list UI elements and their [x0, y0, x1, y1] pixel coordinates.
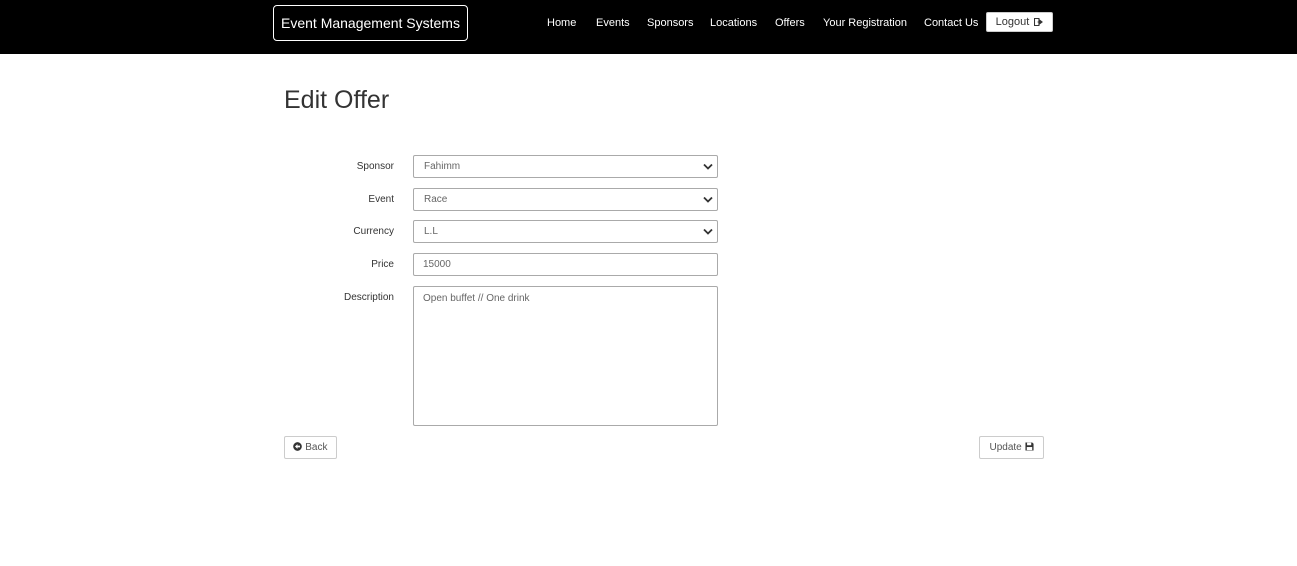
logout-button[interactable]: Logout — [986, 12, 1053, 32]
sponsor-select[interactable]: Fahimm — [413, 155, 718, 178]
navbar: Event Management Systems Home Events Spo… — [0, 0, 1297, 54]
nav-link-events[interactable]: Events — [596, 16, 630, 30]
update-button[interactable]: Update — [979, 436, 1044, 459]
nav-link-your-registration[interactable]: Your Registration — [823, 16, 907, 30]
brand-link[interactable]: Event Management Systems — [273, 5, 468, 41]
update-label: Update — [989, 442, 1022, 453]
nav-link-home[interactable]: Home — [547, 16, 576, 30]
sponsor-selected-value: Fahimm — [424, 161, 461, 172]
event-select[interactable]: Race — [413, 188, 718, 211]
price-label: Price — [371, 259, 394, 270]
description-textarea[interactable]: Open buffet // One drink — [413, 286, 718, 426]
circle-arrow-left-icon — [293, 442, 303, 451]
back-button[interactable]: Back — [284, 436, 337, 459]
nav-link-sponsors[interactable]: Sponsors — [647, 16, 693, 30]
chevron-down-icon — [703, 228, 713, 235]
nav-link-locations[interactable]: Locations — [710, 16, 757, 30]
back-label: Back — [305, 442, 328, 453]
nav-link-offers[interactable]: Offers — [775, 16, 805, 30]
event-label: Event — [368, 194, 394, 205]
currency-select[interactable]: L.L — [413, 220, 718, 243]
sign-out-icon — [1034, 18, 1044, 26]
event-selected-value: Race — [424, 194, 448, 205]
price-input[interactable] — [413, 253, 718, 276]
nav-link-contact-us[interactable]: Contact Us — [924, 16, 978, 30]
page-title: Edit Offer — [284, 86, 390, 114]
currency-label: Currency — [353, 226, 394, 237]
floppy-disk-icon — [1024, 442, 1034, 451]
description-label: Description — [343, 292, 394, 303]
logout-label: Logout — [995, 16, 1030, 28]
chevron-down-icon — [703, 163, 713, 170]
sponsor-label: Sponsor — [356, 161, 394, 172]
currency-selected-value: L.L — [424, 226, 438, 237]
chevron-down-icon — [703, 196, 713, 203]
